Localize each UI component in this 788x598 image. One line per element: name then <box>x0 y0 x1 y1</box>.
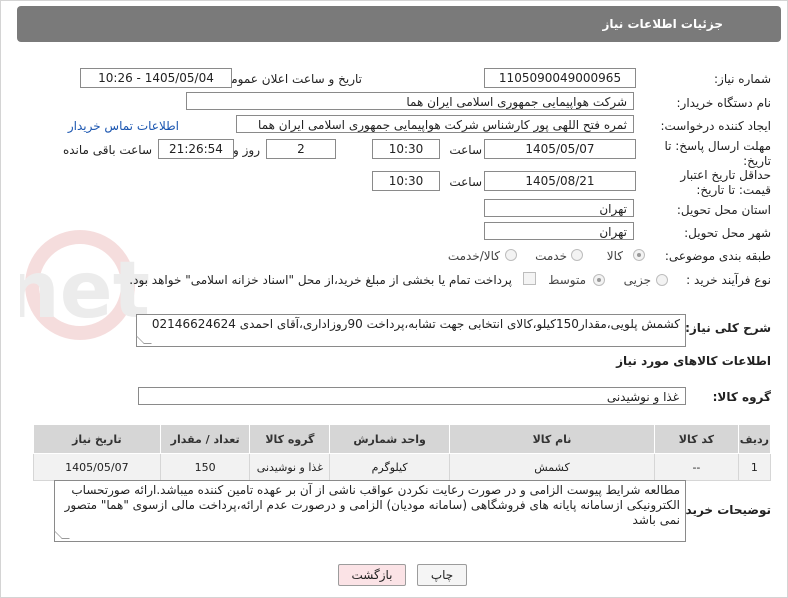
reply-time-label: ساعت <box>449 143 482 157</box>
category-radio-service[interactable] <box>571 249 583 261</box>
category-radio-goods[interactable] <box>633 249 645 261</box>
buyer-contact-link[interactable]: اطلاعات تماس خریدار <box>68 119 179 133</box>
cell-date: 1405/05/07 <box>33 453 161 481</box>
table-row: 1 -- کشمش کیلوگرم غذا و نوشیدنی 150 1405… <box>33 453 772 481</box>
summary-label: شرح کلی نیاز: <box>685 321 771 335</box>
goods-section-title: اطلاعات کالاهای مورد نیاز <box>616 354 771 368</box>
resize-grip-icon[interactable] <box>136 336 152 344</box>
creator-label: ایجاد کننده درخواست: <box>660 119 771 133</box>
announce-field: 1405/05/04 - 10:26 <box>80 68 232 88</box>
price-validity-label: حداقل تاریخ اعتبار قیمت: تا تاریخ: <box>680 168 771 197</box>
category-option-service: خدمت <box>535 249 567 263</box>
price-time-field: 10:30 <box>372 171 440 191</box>
col-header-row: ردیف <box>737 424 772 454</box>
page-title: جزئیات اطلاعات نیاز <box>602 17 723 31</box>
reply-deadline-label: مهلت ارسال پاسخ: تا تاریخ: <box>664 139 771 168</box>
reply-date-field: 1405/05/07 <box>484 139 636 159</box>
col-header-name: نام کالا <box>448 424 656 454</box>
payment-note: پرداخت تمام یا بخشی از مبلغ خرید،از محل … <box>129 273 512 287</box>
buyer-org-label: نام دستگاه خریدار: <box>676 96 772 110</box>
col-header-quantity: تعداد / مقدار <box>159 424 251 454</box>
creator-field: ثمره فتح اللهی پور کارشناس شرکت هواپیمای… <box>236 115 634 133</box>
category-option-goods: کالا <box>606 249 623 263</box>
cell-code: -- <box>654 453 739 481</box>
category-option-goods-service: کالا/خدمت <box>447 249 500 263</box>
announce-label: تاریخ و ساعت اعلان عمومی: <box>217 72 362 86</box>
header-bar: جزئیات اطلاعات نیاز <box>17 6 781 42</box>
cell-unit: کیلوگرم <box>329 453 450 481</box>
summary-text: کشمش پلویی،مقدار150کیلو،کالای انتخابی جه… <box>151 317 680 331</box>
buyer-notes-text: مطالعه شرایط پیوست الزامی و در صورت رعای… <box>64 483 680 527</box>
process-radio-minor[interactable] <box>656 274 668 286</box>
cell-row: 1 <box>737 453 772 481</box>
process-label: نوع فرآیند خرید : <box>686 273 771 287</box>
items-table: ردیف کد کالا نام کالا واحد شمارش گروه کا… <box>33 424 772 481</box>
process-option-minor: جزیی <box>623 273 651 287</box>
cell-group: غذا و نوشیدنی <box>249 453 331 481</box>
days-label: روز و <box>233 143 260 157</box>
reply-time-field: 10:30 <box>372 139 440 159</box>
back-button[interactable]: بازگشت <box>338 564 406 586</box>
remaining-time-field: 21:26:54 <box>158 139 234 159</box>
city-label: شهر محل تحویل: <box>684 226 771 240</box>
col-header-group: گروه کالا <box>249 424 331 454</box>
need-number-label: شماره نیاز: <box>714 72 771 86</box>
goods-group-label: گروه کالا: <box>712 390 771 404</box>
print-button[interactable]: چاپ <box>417 564 467 586</box>
process-radio-medium[interactable] <box>593 274 605 286</box>
payment-checkbox[interactable] <box>523 272 536 285</box>
cell-name: کشمش <box>448 453 656 481</box>
goods-group-field: غذا و نوشیدنی <box>138 387 686 405</box>
province-label: استان محل تحویل: <box>676 203 771 217</box>
price-date-field: 1405/08/21 <box>484 171 636 191</box>
province-field: تهران <box>484 199 634 217</box>
days-field: 2 <box>266 139 336 159</box>
buyer-org-field: شرکت هواپیمایی جمهوری اسلامی ایران هما <box>186 92 634 110</box>
summary-textarea[interactable]: کشمش پلویی،مقدار150کیلو،کالای انتخابی جه… <box>136 314 686 347</box>
price-time-label: ساعت <box>449 175 482 189</box>
buyer-notes-textarea[interactable]: مطالعه شرایط پیوست الزامی و در صورت رعای… <box>54 480 686 542</box>
remaining-label: ساعت باقی مانده <box>62 143 152 157</box>
col-header-date: تاریخ نیاز <box>33 424 161 454</box>
need-number-field: 1105090049000965 <box>484 68 636 88</box>
cell-quantity: 150 <box>159 453 251 481</box>
process-option-medium: متوسط <box>548 273 586 287</box>
items-table-header: ردیف کد کالا نام کالا واحد شمارش گروه کا… <box>33 424 772 454</box>
city-field: تهران <box>484 222 634 240</box>
resize-grip-icon[interactable] <box>54 531 70 539</box>
category-radio-goods-service[interactable] <box>505 249 517 261</box>
col-header-code: کد کالا <box>654 424 739 454</box>
col-header-unit: واحد شمارش <box>329 424 450 454</box>
category-label: طبقه بندی موضوعی: <box>664 249 771 263</box>
